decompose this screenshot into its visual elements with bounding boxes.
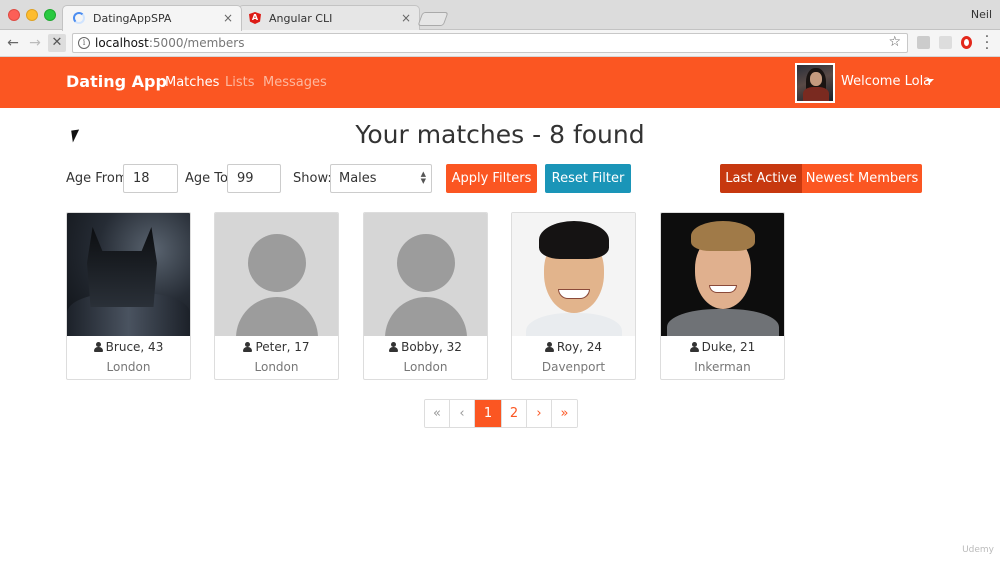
- browser-tab-strip: A Angular CLI × DatingAppSPA × Neil: [0, 0, 1000, 31]
- browser-menu-icon[interactable]: · · ·: [982, 30, 992, 56]
- age-from-input[interactable]: 18: [123, 164, 178, 193]
- angular-icon: A: [249, 12, 261, 24]
- member-name: Roy, 24: [556, 340, 603, 354]
- reset-filter-button[interactable]: Reset Filter: [545, 164, 631, 193]
- user-icon: [544, 342, 554, 352]
- browser-tab-angular-cli[interactable]: A Angular CLI ×: [238, 5, 420, 31]
- address-bar[interactable]: i localhost:5000/members ☆: [72, 33, 908, 53]
- member-card[interactable]: Roy, 24 Davenport: [511, 212, 636, 380]
- age-to-label: Age To: [185, 171, 228, 186]
- tab-title: DatingAppSPA: [93, 12, 172, 25]
- age-from-label: Age From: [66, 171, 128, 186]
- extension-icon[interactable]: [939, 36, 952, 49]
- member-photo-placeholder[interactable]: [364, 213, 487, 336]
- age-to-input[interactable]: 99: [227, 164, 281, 193]
- user-icon: [93, 342, 103, 352]
- pagination: « ‹ 1 2 › »: [424, 399, 578, 428]
- tab-title: Angular CLI: [269, 12, 333, 25]
- member-photo[interactable]: [512, 213, 635, 336]
- user-silhouette-icon: [397, 234, 455, 292]
- user-silhouette-icon: [248, 234, 306, 292]
- page-title: Your matches - 8 found: [355, 120, 645, 149]
- page-1-button[interactable]: 1: [475, 400, 502, 427]
- user-icon: [689, 342, 699, 352]
- member-card[interactable]: Peter, 17 London: [214, 212, 339, 380]
- member-name: Duke, 21: [701, 340, 756, 354]
- user-icon: [389, 342, 399, 352]
- minimize-window-button[interactable]: [26, 9, 38, 21]
- browser-profile-name[interactable]: Neil: [971, 8, 992, 21]
- first-page-button[interactable]: «: [425, 400, 450, 427]
- close-tab-icon[interactable]: ×: [223, 11, 233, 25]
- member-city: London: [403, 360, 448, 374]
- nav-matches[interactable]: Matches: [165, 75, 219, 90]
- welcome-dropdown-toggle[interactable]: Welcome Lola: [841, 74, 931, 89]
- loading-spinner-icon: [73, 12, 85, 24]
- member-name: Peter, 17: [255, 340, 310, 354]
- page-2-button[interactable]: 2: [502, 400, 527, 427]
- gender-select[interactable]: Males ▲ ▼: [330, 164, 432, 193]
- member-city: Davenport: [541, 360, 606, 374]
- member-name: Bruce, 43: [105, 340, 164, 354]
- show-label: Show:: [293, 171, 332, 186]
- member-card[interactable]: Duke, 21 Inkerman: [660, 212, 785, 380]
- opera-extension-icon[interactable]: [961, 36, 972, 49]
- user-avatar[interactable]: [795, 63, 835, 103]
- bookmark-star-icon[interactable]: ☆: [888, 34, 901, 50]
- extension-icon[interactable]: [917, 36, 930, 49]
- nav-lists[interactable]: Lists: [225, 75, 255, 90]
- back-arrow-icon[interactable]: ←: [4, 34, 22, 52]
- new-tab-button[interactable]: [417, 12, 449, 26]
- gender-select-value: Males: [339, 171, 377, 186]
- maximize-window-button[interactable]: [44, 9, 56, 21]
- brand-logo[interactable]: Dating App: [66, 72, 167, 91]
- udemy-watermark: Udemy: [962, 545, 994, 555]
- app-navbar: Dating App Matches Lists Messages Welcom…: [0, 57, 1000, 108]
- browser-tab-datingappspa[interactable]: DatingAppSPA ×: [62, 5, 242, 31]
- browser-toolbar: ← → ✕ i localhost:5000/members ☆ · · ·: [0, 30, 1000, 57]
- caret-down-icon[interactable]: [926, 79, 934, 83]
- url-text[interactable]: localhost:5000/members: [95, 36, 244, 50]
- sort-newest-members-button[interactable]: Newest Members: [802, 164, 922, 193]
- user-icon: [243, 342, 253, 352]
- apply-filters-button[interactable]: Apply Filters: [446, 164, 537, 193]
- member-photo-placeholder[interactable]: [215, 213, 338, 336]
- sort-last-active-button[interactable]: Last Active: [720, 164, 802, 193]
- member-name: Bobby, 32: [401, 340, 462, 354]
- info-icon[interactable]: i: [78, 37, 90, 49]
- nav-messages[interactable]: Messages: [263, 75, 327, 90]
- member-photo[interactable]: [67, 213, 190, 336]
- member-card[interactable]: Bobby, 32 London: [363, 212, 488, 380]
- stop-loading-icon[interactable]: ✕: [48, 34, 66, 52]
- member-city: London: [106, 360, 151, 374]
- last-page-button[interactable]: »: [552, 400, 577, 427]
- close-window-button[interactable]: [8, 9, 20, 21]
- forward-arrow-icon[interactable]: →: [26, 34, 44, 52]
- member-city: London: [254, 360, 299, 374]
- member-photo[interactable]: [661, 213, 784, 336]
- member-card[interactable]: Bruce, 43 London: [66, 212, 191, 380]
- next-page-button[interactable]: ›: [527, 400, 552, 427]
- member-city: Inkerman: [694, 360, 751, 374]
- previous-page-button[interactable]: ‹: [450, 400, 475, 427]
- select-arrows-icon: ▲ ▼: [420, 170, 426, 185]
- close-tab-icon[interactable]: ×: [401, 11, 411, 25]
